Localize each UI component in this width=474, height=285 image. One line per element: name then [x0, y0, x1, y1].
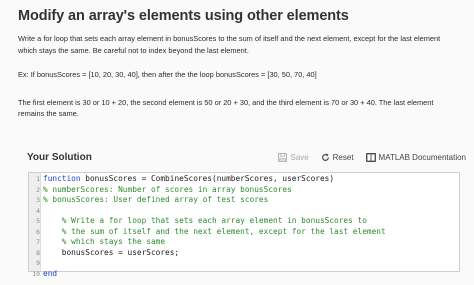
save-label: Save	[290, 153, 309, 162]
reset-button[interactable]: Reset	[321, 153, 354, 162]
line-number: 8	[36, 248, 40, 257]
reset-icon	[321, 153, 330, 162]
save-icon	[278, 153, 288, 162]
code-keyword: end	[43, 268, 58, 278]
code-content: % which stays the same	[43, 237, 166, 246]
intro-line-1: Write a for loop that sets each array el…	[18, 34, 441, 43]
solution-header: Your Solution Save Reset MATLAB Document…	[18, 151, 466, 171]
line-number: 7	[36, 238, 40, 246]
code-content: bonusScores = userScores;	[43, 247, 180, 257]
code-line[interactable]: 4	[29, 206, 459, 217]
code-text: % numberScores: Number of scores in arra…	[43, 185, 292, 196]
code-line[interactable]: 1 function bonusScores = CombineScores(nu…	[29, 174, 459, 185]
line-number: 3	[36, 196, 40, 204]
code-content: % bonusScores: User defined array of tes…	[43, 195, 269, 204]
problem-title: Modify an array's elements using other e…	[18, 8, 349, 24]
code-line[interactable]: 5 % Write a for loop that sets each arra…	[29, 216, 459, 227]
explain-line-2: remains the same.	[18, 109, 79, 118]
matlab-doc-label: MATLAB Documentation	[378, 153, 466, 162]
line-number: 4	[36, 206, 40, 215]
save-button[interactable]: Save	[278, 153, 309, 162]
code-line[interactable]: 10 end	[29, 269, 459, 280]
reset-label: Reset	[332, 153, 354, 162]
code-text: % which stays the same	[43, 237, 165, 248]
code-line[interactable]: 6 % the sum of itself and the next eleme…	[29, 227, 459, 238]
line-number: 6	[36, 227, 40, 236]
code-text: % the sum of itself and the next element…	[43, 227, 386, 238]
code-line[interactable]: 9	[29, 258, 459, 269]
line-number: 10	[32, 269, 40, 278]
problem-explanation: The first element is 30 or 10 + 20, the …	[18, 97, 468, 120]
explain-line-1: The first element is 30 or 10 + 20, the …	[18, 97, 434, 107]
matlab-doc-icon	[365, 153, 376, 162]
code-content: % the sum of itself and the next element…	[43, 226, 386, 236]
code-text: % bonusScores: User defined array of tes…	[43, 195, 268, 206]
matlab-documentation-button[interactable]: MATLAB Documentation	[365, 153, 466, 162]
code-line[interactable]: 2% numberScores: Number of scores in arr…	[29, 185, 459, 196]
code-content: bonusScores = CombineScores(numberScores…	[80, 174, 335, 183]
code-text: bonusScores = userScores;	[43, 248, 179, 259]
problem-intro: Write a for loop that sets each array el…	[18, 33, 468, 56]
line-number: 1	[36, 175, 40, 183]
code-content: % numberScores: Number of scores in arra…	[43, 184, 292, 194]
code-content: % Write a for loop that sets each array …	[43, 216, 367, 225]
code-text: end	[43, 269, 57, 280]
code-line[interactable]: 8 bonusScores = userScores;	[29, 248, 459, 259]
problem-panel: Modify an array's elements using other e…	[0, 0, 474, 285]
code-line[interactable]: 7 % which stays the same	[29, 237, 459, 248]
code-text: function bonusScores = CombineScores(num…	[43, 174, 334, 185]
line-number: 5	[36, 217, 40, 225]
code-editor[interactable]: 1 function bonusScores = CombineScores(nu…	[28, 172, 460, 278]
line-number: 2	[36, 185, 40, 194]
solution-toolbar: Save Reset MATLAB Documentation	[266, 153, 466, 162]
intro-line-2: which stays the same. Be careful not to …	[18, 45, 249, 55]
code-text: % Write a for loop that sets each array …	[43, 216, 367, 227]
code-keyword: function	[43, 174, 81, 183]
solution-title: Your Solution	[27, 152, 92, 163]
problem-example: Ex: If bonusScores = [10, 20, 30, 40], t…	[18, 70, 317, 79]
problem-statement: Modify an array's elements using other e…	[18, 8, 468, 120]
code-line[interactable]: 3% bonusScores: User defined array of te…	[29, 195, 459, 206]
line-number: 9	[36, 259, 40, 267]
